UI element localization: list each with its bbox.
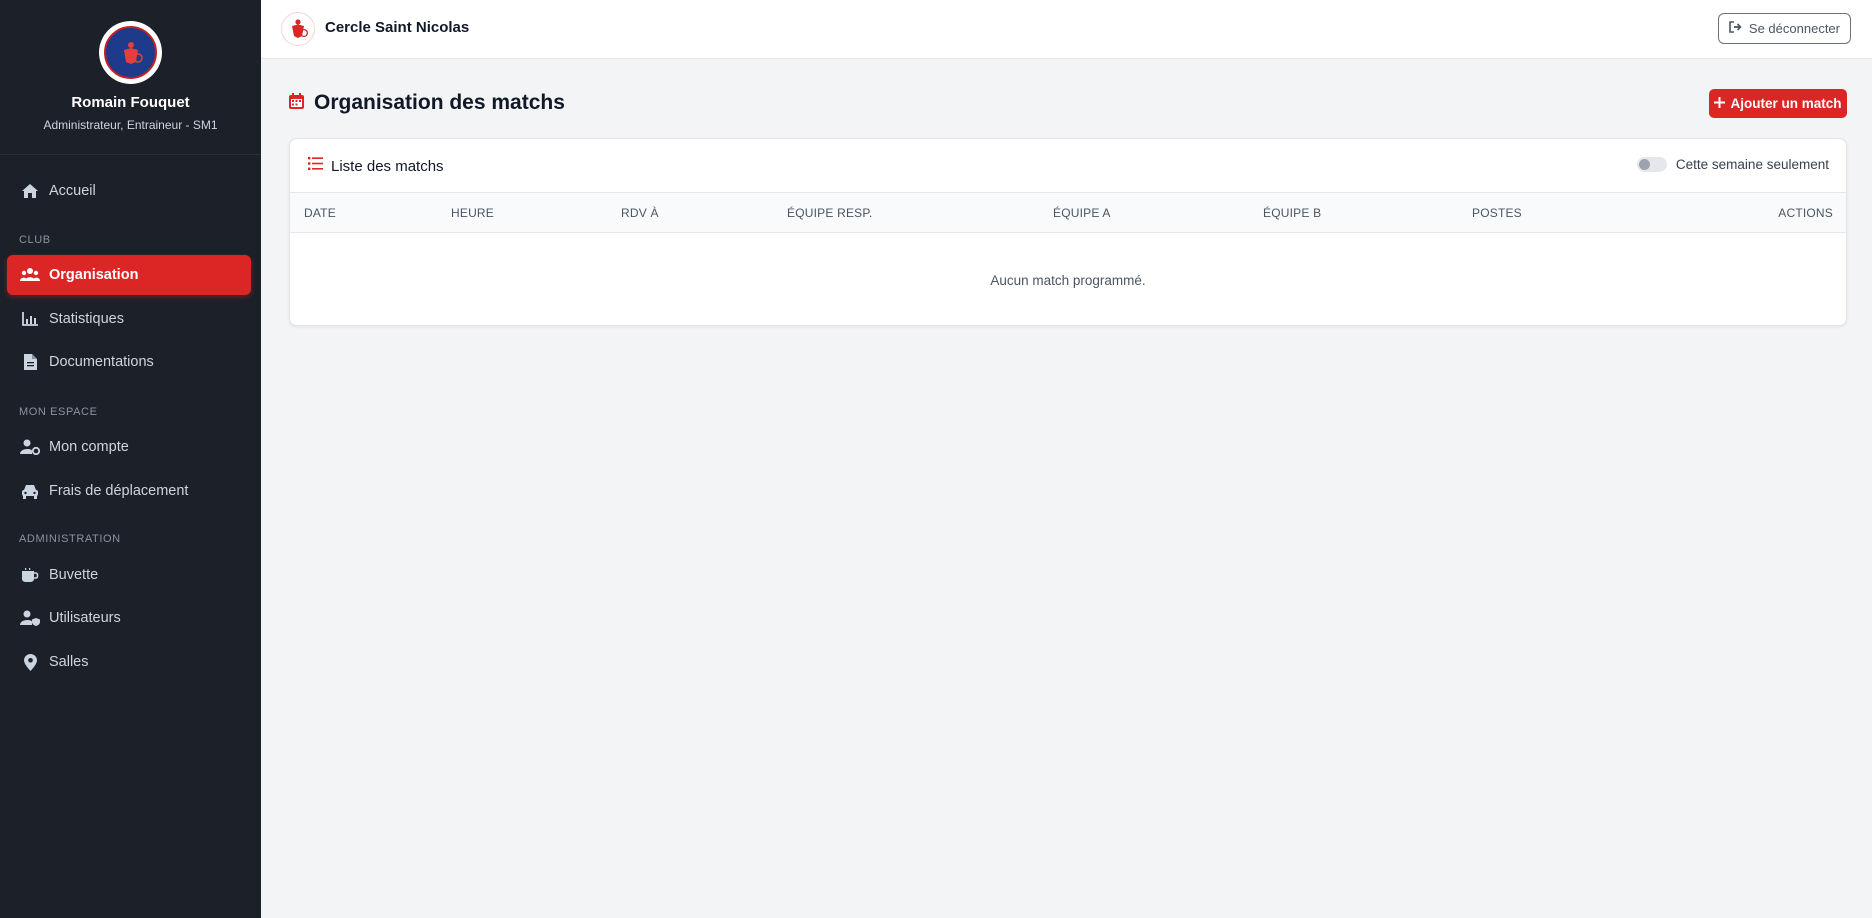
profile-role: Administrateur, Entraineur - SM1 <box>43 118 218 132</box>
club-logo-icon <box>104 26 157 79</box>
empty-state: Aucun match programmé. <box>990 273 1146 288</box>
column-header-postes: POSTES <box>1472 206 1522 220</box>
sidebar-item-salles[interactable]: Salles <box>7 642 251 682</box>
card-header: Liste des matchs Cette semaine seulement <box>290 139 1846 193</box>
users-icon <box>20 265 40 285</box>
map-pin-icon <box>20 652 40 672</box>
column-header-date: DATE <box>304 206 336 220</box>
sidebar-item-accueil[interactable]: Accueil <box>7 171 251 211</box>
mug-icon <box>20 565 40 585</box>
calendar-icon <box>289 92 304 114</box>
sidebar-item-label: Salles <box>49 654 89 670</box>
sidebar-item-label: Documentations <box>49 354 154 370</box>
column-header-equipe-b: ÉQUIPE B <box>1263 206 1322 220</box>
brand-name[interactable]: Cercle Saint Nicolas <box>325 19 469 36</box>
sidebar-item-label: Frais de déplacement <box>49 483 189 499</box>
table-header: DATE HEURE RDV À ÉQUIPE RESP. ÉQUIPE A É… <box>290 193 1846 233</box>
sidebar-item-statistiques[interactable]: Statistiques <box>7 299 251 339</box>
column-header-equipe-resp: ÉQUIPE RESP. <box>787 206 873 220</box>
sign-out-icon <box>1729 21 1742 36</box>
user-shield-icon <box>20 608 40 628</box>
column-header-rdv: RDV À <box>621 206 659 220</box>
sidebar-item-label: Utilisateurs <box>49 610 121 626</box>
car-icon <box>20 481 40 501</box>
week-filter: Cette semaine seulement <box>1636 157 1829 172</box>
page-title: Organisation des matchs <box>314 91 565 114</box>
chart-icon <box>20 309 40 329</box>
sidebar-item-mon-compte[interactable]: Mon compte <box>7 427 251 467</box>
sidebar-item-utilisateurs[interactable]: Utilisateurs <box>7 598 251 638</box>
logout-label: Se déconnecter <box>1748 21 1840 36</box>
user-gear-icon <box>20 437 40 457</box>
sidebar-item-label: Buvette <box>49 567 99 583</box>
section-label-administration: ADMINISTRATION <box>19 533 121 545</box>
section-label-mon-espace: MON ESPACE <box>19 406 98 418</box>
list-icon <box>308 157 323 175</box>
sidebar-item-organisation[interactable]: Organisation <box>7 255 251 295</box>
column-header-actions: ACTIONS <box>1778 206 1833 220</box>
home-icon <box>20 181 40 201</box>
matches-card: Liste des matchs Cette semaine seulement… <box>289 138 1847 326</box>
week-only-toggle[interactable] <box>1636 157 1667 172</box>
logout-button[interactable]: Se déconnecter <box>1717 13 1851 44</box>
sidebar: Romain Fouquet Administrateur, Entraineu… <box>0 0 261 918</box>
brand-logo-icon <box>281 12 315 46</box>
file-icon <box>20 352 40 372</box>
column-header-heure: HEURE <box>451 206 495 220</box>
sidebar-item-label: Statistiques <box>49 311 124 327</box>
column-header-equipe-a: ÉQUIPE A <box>1053 206 1111 220</box>
add-match-button[interactable]: Ajouter un match <box>1709 89 1847 118</box>
profile-name: Romain Fouquet <box>71 94 190 111</box>
sidebar-item-frais[interactable]: Frais de déplacement <box>7 471 251 511</box>
card-title: Liste des matchs <box>331 157 444 175</box>
sidebar-item-buvette[interactable]: Buvette <box>7 555 251 595</box>
week-only-label[interactable]: Cette semaine seulement <box>1676 157 1829 172</box>
sidebar-item-label: Mon compte <box>49 439 129 455</box>
section-label-club: CLUB <box>19 234 51 246</box>
topbar: Cercle Saint Nicolas Se déconnecter <box>261 0 1872 59</box>
sidebar-item-documentations[interactable]: Documentations <box>7 342 251 382</box>
plus-icon <box>1714 96 1726 111</box>
toggle-knob <box>1638 159 1650 170</box>
profile-panel: Romain Fouquet Administrateur, Entraineu… <box>0 0 261 155</box>
sidebar-item-label: Organisation <box>49 267 139 283</box>
sidebar-item-label: Accueil <box>49 183 96 199</box>
avatar <box>99 21 162 84</box>
page-header: Organisation des matchs <box>289 91 565 115</box>
add-match-label: Ajouter un match <box>1730 96 1842 111</box>
